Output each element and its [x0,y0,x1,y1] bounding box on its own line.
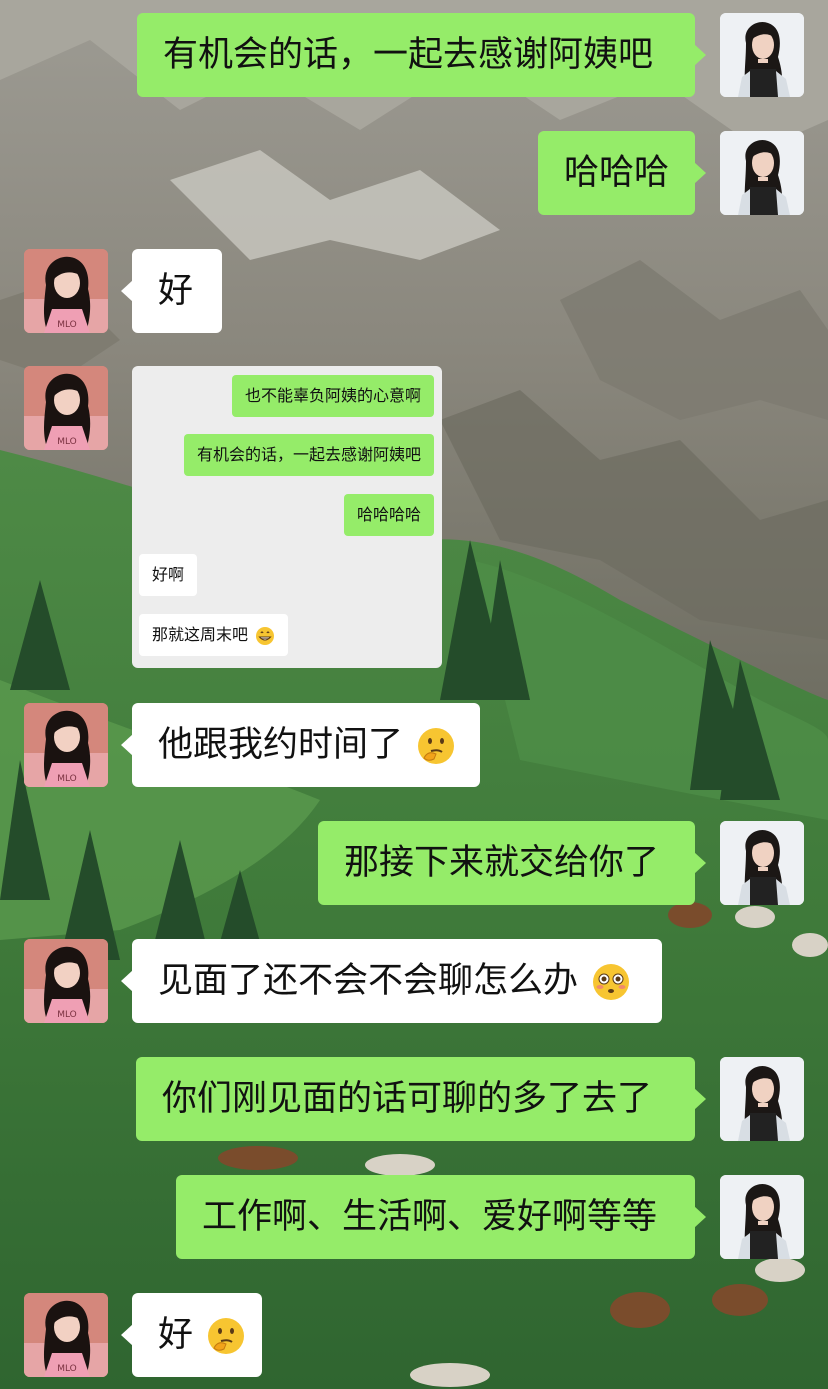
screenshot-message-text: 那就这周末吧 [152,625,249,644]
woman-portrait-icon: MLO [24,366,108,450]
screenshot-message-text: 也不能辜负阿姨的心意啊 [244,386,421,405]
screenshot-message: 好啊 [139,554,198,596]
message-text: 见面了还不会不会聊怎么办 [158,961,579,1001]
user-avatar[interactable] [720,1175,804,1259]
woman-portrait-icon [720,1175,804,1259]
svg-text:MLO: MLO [57,1010,77,1020]
message-bubble[interactable]: 好 [121,249,222,333]
screenshot-message: 那就这周末吧 [139,614,289,656]
user-avatar[interactable] [720,1057,804,1141]
message-text: 好 [158,1315,194,1355]
user-avatar[interactable] [720,821,804,905]
message-bubble[interactable]: 见面了还不会不会聊怎么办 [121,939,662,1023]
woman-portrait-icon: MLO [24,939,108,1023]
message-text: 好 [158,271,194,311]
screenshot-message-text: 有机会的话，一起去感谢阿姨吧 [196,445,421,464]
grinning-face-icon [256,626,275,645]
woman-portrait-icon: MLO [24,703,108,787]
contact-avatar[interactable]: MLO [24,939,108,1023]
message-text: 他跟我约时间了 [158,725,404,765]
contact-avatar[interactable]: MLO [24,249,108,333]
user-avatar[interactable] [720,131,804,215]
screenshot-message: 哈哈哈哈 [343,494,434,536]
chat-screenshot-image[interactable]: 也不能辜负阿姨的心意啊 有机会的话，一起去感谢阿姨吧 哈哈哈哈 好啊 那就这周末… [132,366,442,668]
thinking-face-icon [208,1318,245,1354]
screenshot-message-text: 好啊 [152,565,185,584]
woman-portrait-icon [720,131,804,215]
thinking-face-icon [418,728,455,764]
message-text: 工作啊、生活啊、爱好啊等等 [202,1197,658,1237]
message-text: 那接下来就交给你了 [344,843,660,883]
user-avatar[interactable] [720,13,804,97]
contact-avatar[interactable]: MLO [24,703,108,787]
message-bubble[interactable]: 他跟我约时间了 [121,703,480,787]
message-bubble[interactable]: 你们刚见面的话可聊的多了去了 [136,1057,706,1141]
svg-text:MLO: MLO [57,320,77,330]
message-bubble[interactable]: 有机会的话，一起去感谢阿姨吧 [137,13,706,97]
message-bubble[interactable]: 哈哈哈 [538,131,706,215]
message-bubble[interactable]: 工作啊、生活啊、爱好啊等等 [176,1175,706,1259]
screenshot-message-text: 哈哈哈哈 [356,505,421,524]
woman-portrait-icon: MLO [24,1293,108,1377]
woman-portrait-icon [720,13,804,97]
contact-avatar[interactable]: MLO [24,1293,108,1377]
message-text: 有机会的话，一起去感谢阿姨吧 [163,35,654,75]
message-bubble[interactable]: 好 [121,1293,262,1377]
svg-text:MLO: MLO [57,1364,77,1374]
screenshot-message: 有机会的话，一起去感谢阿姨吧 [183,434,434,476]
woman-portrait-icon [720,1057,804,1141]
woman-portrait-icon: MLO [24,249,108,333]
message-text: 哈哈哈 [564,153,670,193]
woman-portrait-icon [720,821,804,905]
message-bubble[interactable]: 那接下来就交给你了 [318,821,706,905]
contact-avatar[interactable]: MLO [24,366,108,450]
flushed-face-icon [593,964,630,1000]
screenshot-message: 也不能辜负阿姨的心意啊 [231,375,434,417]
message-text: 你们刚见面的话可聊的多了去了 [162,1079,653,1119]
svg-text:MLO: MLO [57,437,77,447]
svg-text:MLO: MLO [57,774,77,784]
